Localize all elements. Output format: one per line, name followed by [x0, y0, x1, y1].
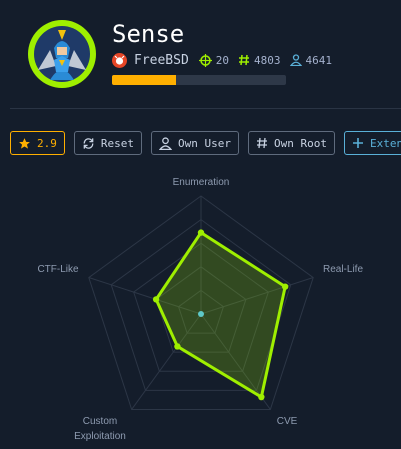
radar-axis-label: Custom Exploitation	[74, 416, 126, 442]
root-owns-value: 4803	[254, 53, 281, 67]
radar-axis-label: Real-Life	[323, 264, 363, 275]
rating-button[interactable]: 2.9	[10, 131, 65, 155]
hashtag-icon	[238, 54, 250, 66]
difficulty-progress-bar	[112, 75, 286, 85]
points-value: 20	[215, 53, 230, 67]
radar-axis-label: CTF-Like	[37, 264, 79, 275]
radar-axis-label-line: Enumeration	[173, 177, 230, 188]
machine-toolbar: 2.9 Reset Own User Own Root Exten	[10, 131, 401, 155]
reset-icon	[82, 137, 95, 150]
radar-axis-label-line: CTF-Like	[37, 264, 79, 275]
user-owns-value: 4641	[305, 53, 333, 67]
radar-center-dot	[198, 311, 204, 317]
rating-value: 2.9	[37, 136, 57, 150]
own-user-label: Own User	[178, 136, 231, 150]
extend-label: Extend	[369, 136, 401, 150]
machine-avatar	[28, 20, 96, 88]
radar-axis-label: CVE	[277, 416, 298, 427]
user-icon	[159, 136, 172, 150]
radar-axis-label-line: CVE	[277, 416, 298, 427]
own-user-button[interactable]: Own User	[151, 131, 239, 155]
hashtag-icon	[256, 137, 268, 149]
radar-data-point	[281, 283, 289, 290]
os-label: FreeBSD	[134, 52, 189, 68]
radar-data-point	[152, 296, 160, 303]
radar-data-point	[258, 393, 265, 401]
machine-skill-radar-chart: Enumeration Real-Life CVE Custom Exploitatio…	[37, 177, 363, 442]
radar-data-point	[174, 343, 181, 350]
radar-axis-label: Enumeration	[173, 177, 230, 188]
extend-button[interactable]: Extend	[343, 131, 401, 155]
radar-axis-label-line: Custom	[83, 416, 117, 427]
machine-name: Sense	[112, 20, 185, 48]
machine-meta: FreeBSD 20 4803 4641	[112, 51, 341, 69]
own-root-label: Own Root	[273, 136, 327, 150]
freebsd-icon	[112, 52, 127, 68]
own-root-button[interactable]: Own Root	[247, 131, 335, 155]
user-icon	[289, 54, 302, 66]
radar-axis-label-line: Exploitation	[74, 431, 126, 442]
divider	[10, 108, 401, 109]
crosshair-icon	[198, 53, 212, 67]
star-icon	[18, 137, 31, 150]
radar-data-point	[197, 229, 205, 236]
plus-icon	[352, 137, 364, 149]
progress-fill	[112, 75, 177, 85]
reset-button[interactable]: Reset	[73, 131, 142, 155]
radar-axis-label-line: Real-Life	[323, 264, 363, 275]
radar-data-area	[154, 231, 287, 399]
reset-label: Reset	[100, 136, 134, 150]
